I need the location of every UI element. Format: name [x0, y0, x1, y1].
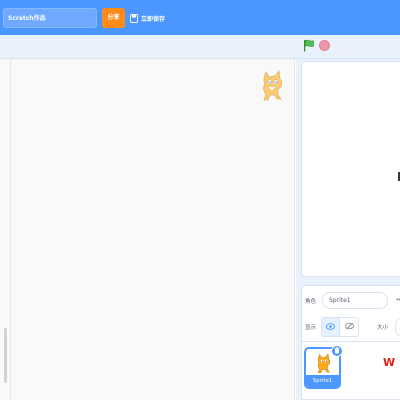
stage-header-bar — [0, 35, 400, 59]
save-now-button[interactable]: 立即保存 — [130, 11, 165, 25]
sprite-thumbnail — [315, 352, 332, 374]
menu-bar: Scratch作品 分享 立即保存 — [0, 0, 400, 35]
size-label: 大小 — [377, 325, 389, 331]
coordinate-label-partial: ↔ — [396, 296, 400, 303]
sprite-name-input[interactable]: Sprite1 — [322, 292, 388, 309]
stage-canvas[interactable] — [301, 61, 400, 277]
delete-sprite-button[interactable] — [331, 345, 343, 357]
stop-button[interactable] — [319, 40, 330, 51]
floppy-disk-icon — [130, 13, 138, 23]
visibility-toggle — [321, 317, 359, 337]
sprite-tile-name: Sprite1 — [306, 375, 339, 387]
eye-slash-icon — [344, 322, 354, 332]
green-flag-icon[interactable] — [303, 39, 314, 52]
project-title-input[interactable]: Scratch作品 — [3, 8, 97, 28]
show-label: 显示 — [305, 325, 317, 331]
code-workspace[interactable] — [11, 59, 295, 400]
trash-icon — [334, 346, 340, 356]
eye-icon — [326, 322, 335, 332]
show-button[interactable] — [322, 318, 341, 336]
sprite-name-label: 角色 — [305, 299, 317, 305]
hide-button[interactable] — [340, 318, 358, 336]
share-button[interactable]: 分享 — [102, 8, 125, 28]
watermark-text: W — [383, 356, 396, 369]
palette-scrollbar[interactable] — [4, 328, 7, 383]
sprite-watermark-icon — [259, 68, 285, 102]
save-now-label: 立即保存 — [141, 15, 166, 23]
